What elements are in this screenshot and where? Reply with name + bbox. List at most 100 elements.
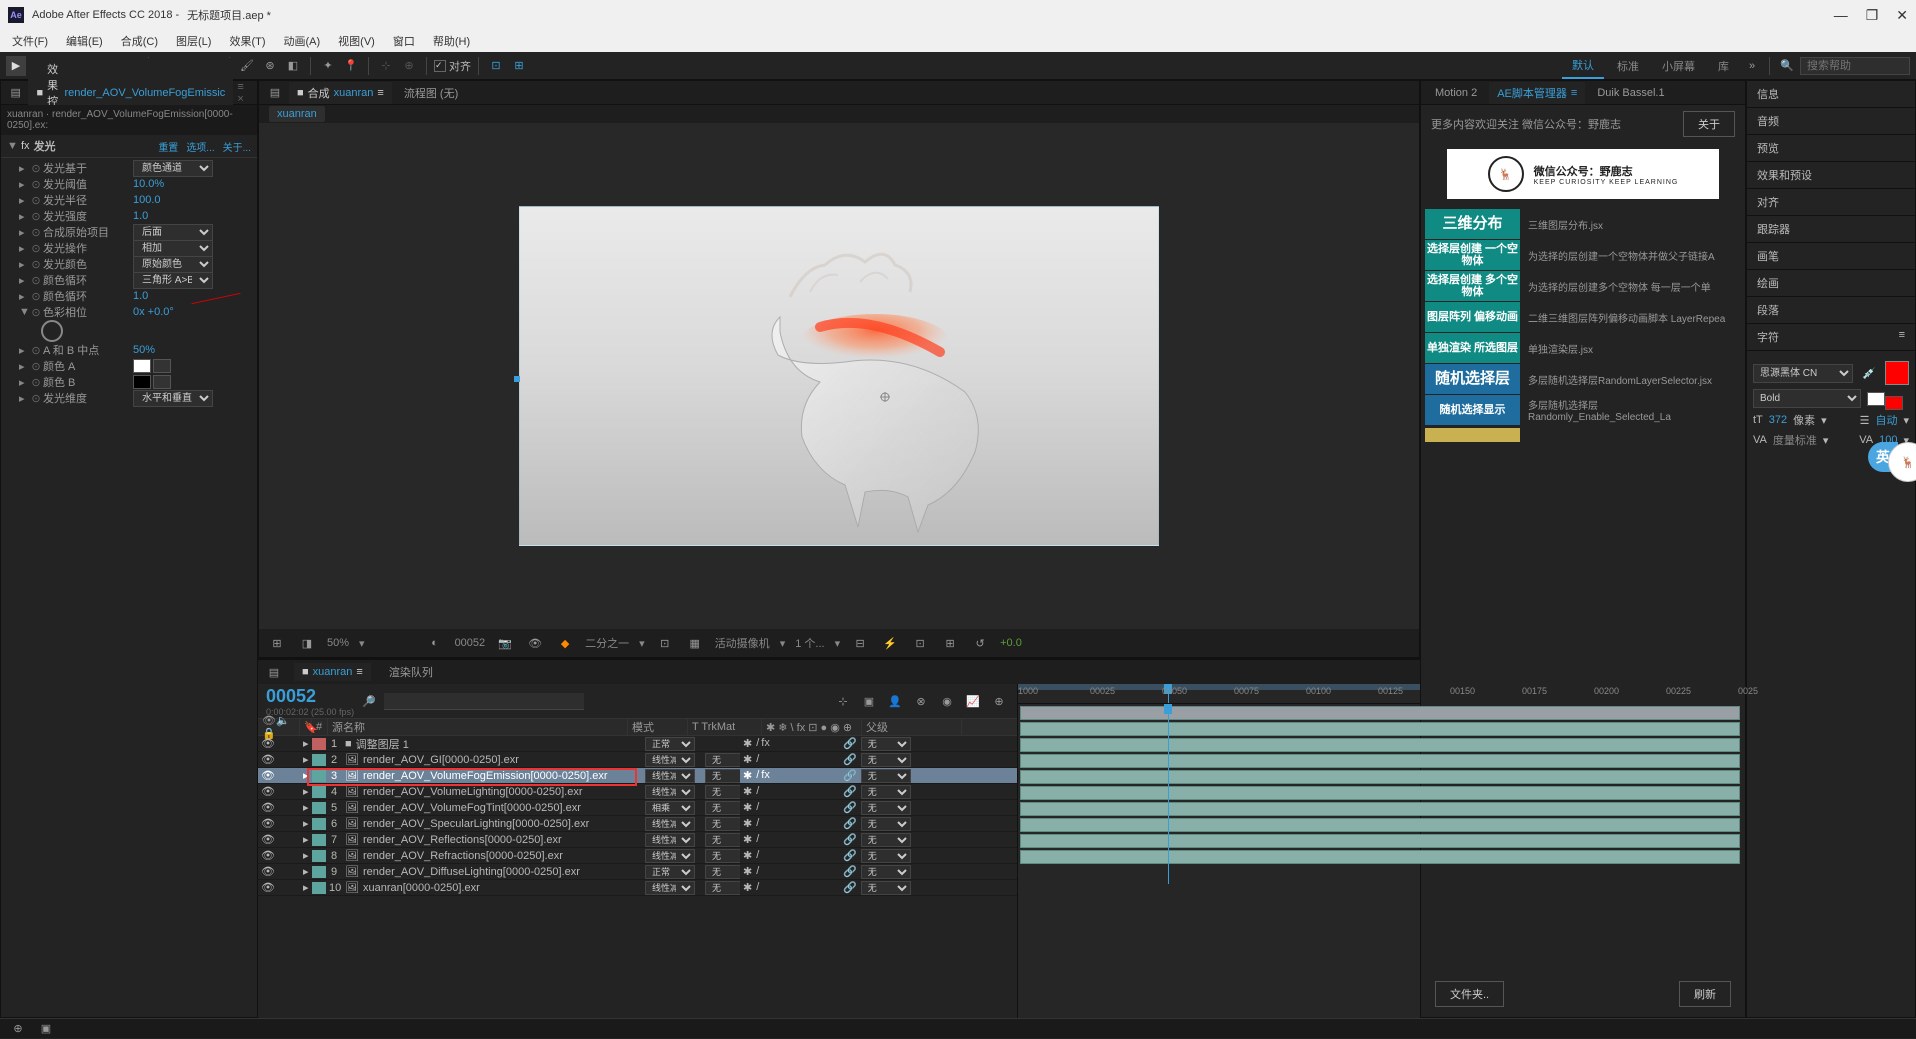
frame-blend-icon[interactable]: ⊗ xyxy=(911,691,931,711)
right-panel-tab[interactable]: 画笔 xyxy=(1747,243,1915,270)
snap-inside-icon[interactable]: ⊞ xyxy=(509,56,529,76)
brainstorm-icon[interactable]: ⊕ xyxy=(989,691,1009,711)
reset-exposure-icon[interactable]: ↺ xyxy=(970,633,990,653)
timeline-search-input[interactable] xyxy=(384,693,584,710)
brush-tool-icon[interactable]: 🖌 xyxy=(237,56,257,76)
font-size-value[interactable]: 372 xyxy=(1769,414,1787,426)
right-panel-tab[interactable]: 对齐 xyxy=(1747,189,1915,216)
graph-editor-icon[interactable]: 📈 xyxy=(963,691,983,711)
workspace-default[interactable]: 默认 xyxy=(1562,53,1604,79)
layer-bar[interactable] xyxy=(1020,834,1740,848)
script-button[interactable]: 三维分布 xyxy=(1425,209,1520,239)
show-snapshot-icon[interactable]: 👁 xyxy=(525,633,545,653)
fast-preview-icon[interactable]: ⚡ xyxy=(880,633,900,653)
lut-icon[interactable]: ◐ xyxy=(425,633,445,653)
color-swatch[interactable] xyxy=(133,359,151,373)
timeline-layer[interactable]: 👁 ▸ 2 🖼render_AOV_GI[0000-0250].exr 线性减淡… xyxy=(258,752,1017,768)
menu-item[interactable]: 图层(L) xyxy=(168,31,219,51)
views-dd[interactable]: 1 个... xyxy=(795,635,824,651)
current-timecode[interactable]: 00052 xyxy=(266,686,354,707)
script-button[interactable]: 选择层创建 多个空物体 xyxy=(1425,271,1520,301)
status-icon-2[interactable]: ▣ xyxy=(36,1019,56,1039)
stroke-swatch[interactable] xyxy=(1867,392,1885,406)
color-swatch[interactable] xyxy=(133,375,151,389)
eyedropper-icon[interactable]: 💉 xyxy=(1859,363,1879,383)
menu-item[interactable]: 帮助(H) xyxy=(425,31,478,51)
effect-prop-dropdown[interactable]: 原始颜色 xyxy=(133,256,213,273)
menu-item[interactable]: 窗口 xyxy=(385,31,423,51)
effect-prop-dropdown[interactable]: 后面 xyxy=(133,224,213,241)
timeline-layer[interactable]: 👁 ▸ 9 🖼render_AOV_DiffuseLighting[0000-0… xyxy=(258,864,1017,880)
roto-tool-icon[interactable]: ✦ xyxy=(318,56,338,76)
search-input[interactable] xyxy=(1800,57,1910,75)
panel-menu-icon[interactable]: ▤ xyxy=(265,83,285,103)
snap-checkbox[interactable] xyxy=(434,60,446,72)
script-button[interactable]: 随机选择层 xyxy=(1425,364,1520,394)
timeline-layer[interactable]: 👁 ▸ 7 🖼render_AOV_Reflections[0000-0250]… xyxy=(258,832,1017,848)
panel-menu-icon[interactable]: ▤ xyxy=(264,662,284,682)
effect-header[interactable]: ▼ fx 发光 重置 选项... 关于... xyxy=(1,135,257,158)
channels-icon[interactable]: ◨ xyxy=(297,633,317,653)
layer-bar[interactable] xyxy=(1020,738,1740,752)
effect-prop-value[interactable]: 10.0% xyxy=(133,178,164,190)
maximize-icon[interactable]: ❐ xyxy=(1866,7,1879,24)
timeline-layer[interactable]: 👁 ▸ 8 🖼render_AOV_Refractions[0000-0250]… xyxy=(258,848,1017,864)
timeline-layer[interactable]: 👁 ▸ 6 🖼render_AOV_SpecularLighting[0000-… xyxy=(258,816,1017,832)
flowchart-tab[interactable]: 流程图 (无) xyxy=(396,82,466,104)
effect-prop-value[interactable]: 50% xyxy=(133,344,155,356)
menu-item[interactable]: 效果(T) xyxy=(221,31,273,51)
timeline-layer[interactable]: 👁 ▸ 3 🖼render_AOV_VolumeFogEmission[0000… xyxy=(258,768,1017,784)
draft3d-icon[interactable]: ▣ xyxy=(859,691,879,711)
layer-bar[interactable] xyxy=(1020,770,1740,784)
menu-item[interactable]: 编辑(E) xyxy=(58,31,111,51)
zoom-value[interactable]: 50% xyxy=(327,637,349,649)
font-family-select[interactable]: 思源黑体 CN xyxy=(1753,364,1853,383)
leading-value[interactable]: 自动 xyxy=(1875,412,1897,428)
layer-bar[interactable] xyxy=(1020,850,1740,864)
grid-icon[interactable]: ⊞ xyxy=(267,633,287,653)
refresh-button[interactable]: 刷新 xyxy=(1679,981,1731,1007)
phase-dial[interactable] xyxy=(41,320,63,342)
roi-icon[interactable]: ⊡ xyxy=(655,633,675,653)
timeline-icon[interactable]: ⊡ xyxy=(910,633,930,653)
right-panel-tab[interactable]: 跟踪器 xyxy=(1747,216,1915,243)
timeline-layer[interactable]: 👁 ▸ 1 ■调整图层 1 正常 ✱/fx 🔗无 xyxy=(258,736,1017,752)
script-button[interactable]: 图层阵列 偏移动画 xyxy=(1425,302,1520,332)
workspace-small[interactable]: 小屏幕 xyxy=(1652,54,1705,78)
timeline-layer[interactable]: 👁 ▸ 10 🖼xuanran[0000-0250].exr 线性减淡 无 ✱/… xyxy=(258,880,1017,896)
layer-bar[interactable] xyxy=(1020,706,1740,720)
camera-dd[interactable]: 活动摄像机 xyxy=(715,635,770,651)
transparency-icon[interactable]: ▦ xyxy=(685,633,705,653)
layer-bar[interactable] xyxy=(1020,754,1740,768)
exposure-value[interactable]: +0.0 xyxy=(1000,637,1022,649)
panel-menu-icon[interactable]: ▤ xyxy=(7,83,24,103)
breadcrumb[interactable]: xuanran xyxy=(269,106,325,122)
workspace-library[interactable]: 库 xyxy=(1708,54,1739,78)
snapshot-icon[interactable]: 📷 xyxy=(495,633,515,653)
effect-prop-value[interactable]: 1.0 xyxy=(133,210,148,222)
minimize-icon[interactable]: — xyxy=(1834,7,1848,24)
effect-prop-dropdown[interactable]: 三角形 A>B>A xyxy=(133,272,213,289)
script-mgr-tab[interactable]: AE脚本管理器 ≡ xyxy=(1489,82,1585,104)
about-link[interactable]: 关于... xyxy=(223,139,251,154)
stamp-tool-icon[interactable]: ⊛ xyxy=(260,56,280,76)
script-button[interactable]: 随机选择显示 xyxy=(1425,395,1520,425)
script-button[interactable]: 选择层创建 一个空物体 xyxy=(1425,240,1520,270)
folder-button[interactable]: 文件夹.. xyxy=(1435,981,1504,1007)
right-panel-tab[interactable]: 音频 xyxy=(1747,108,1915,135)
character-panel-header[interactable]: 字符≡ xyxy=(1747,324,1915,351)
layer-bar[interactable] xyxy=(1020,802,1740,816)
right-panel-tab[interactable]: 绘画 xyxy=(1747,270,1915,297)
motion-blur-icon[interactable]: ◉ xyxy=(937,691,957,711)
comp-tab[interactable]: ■合成 xuanran ≡ xyxy=(289,82,392,104)
layer-bar[interactable] xyxy=(1020,786,1740,800)
selection-tool-icon[interactable]: ▶ xyxy=(6,56,26,76)
resolution-dd[interactable]: 二分之一 xyxy=(585,635,629,651)
effect-prop-dropdown[interactable]: 水平和垂直 xyxy=(133,390,213,407)
effect-prop-value[interactable]: 100.0 xyxy=(133,194,161,206)
color-mgmt-icon[interactable]: ◆ xyxy=(555,633,575,653)
menu-item[interactable]: 文件(F) xyxy=(4,31,56,51)
puppet-tool-icon[interactable]: 📍 xyxy=(341,56,361,76)
timeline-comp-tab[interactable]: ■ xuanran ≡ xyxy=(294,663,371,681)
snap-edge-icon[interactable]: ⊡ xyxy=(486,56,506,76)
